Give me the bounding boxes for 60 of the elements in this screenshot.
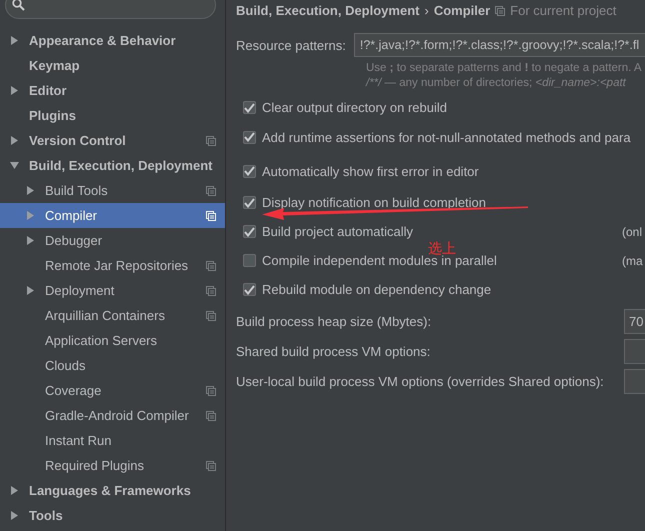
search-icon [12,0,25,11]
checkmark-icon [244,132,255,142]
tree-item[interactable]: Arquillian Containers [0,303,225,328]
collapsed-arrow-icon[interactable] [26,286,35,295]
checkmark-icon [244,102,255,112]
tree-item[interactable]: Debugger [0,228,225,253]
collapsed-arrow-icon[interactable] [10,36,19,45]
checkmark-icon [244,284,255,294]
option-checkbox[interactable]: Rebuild module on dependency change [243,282,492,297]
tree-item[interactable]: Instant Run [0,428,225,453]
checkmark-icon [244,226,255,236]
tree-item[interactable]: Build Tools [0,178,225,203]
option-checkbox[interactable]: Add runtime assertions for not-null-annotated methods and para [243,130,631,144]
hint-text: /**/ — any number of directories; <dir_name>:<patt [366,76,628,91]
collapsed-arrow-icon[interactable] [10,511,19,520]
vm-field[interactable] [624,338,645,364]
hint-text: Use ; to separate patterns and ! to negate a pattern. A [366,61,643,76]
resource-patterns-field[interactable]: !?*.java;!?*.form;!?*.class;!?*.groovy;!?*.scala;!?*.fl [354,33,645,57]
tree-item[interactable]: Clouds [0,353,225,378]
tree-item[interactable]: Deployment [0,278,225,303]
tree-item[interactable]: Languages & Frameworks [0,478,225,503]
option-checkbox[interactable]: Clear output directory on rebuild [243,100,447,115]
tree-item[interactable]: Remote Jar Repositories [0,253,225,278]
breadcrumb-separator: › [424,3,429,18]
option-checkbox[interactable]: Build project automatically [243,224,414,239]
tree-item[interactable]: Version Control [0,128,225,153]
tree-item[interactable]: Keymap [0,53,225,78]
option-checkbox[interactable]: Display notification on build completion [243,195,486,210]
tree-item[interactable]: Gradle-Android Compiler [0,403,225,428]
tree-item[interactable]: Build, Execution, Deployment [0,153,225,178]
scope-label: For current project [510,3,616,18]
tree-item[interactable]: Plugins [0,103,225,128]
breadcrumb-parent: Build, Execution, Deployment [236,3,420,18]
tree-item[interactable]: Coverage [0,378,225,403]
checkmark-icon [244,166,255,176]
tree-item[interactable]: Appearance & Behavior [0,28,225,53]
checkmark-icon [244,198,255,208]
collapsed-arrow-icon[interactable] [10,486,19,495]
field-label: Build process heap size (Mbytes): [236,314,432,328]
vm-field[interactable] [624,368,645,394]
collapsed-arrow-icon[interactable] [10,136,19,145]
field-label: User-local build process VM options (overrides Shared options): [236,374,605,388]
collapsed-arrow-icon[interactable] [26,236,35,245]
resource-patterns-label: Resource patterns: [236,38,346,52]
collapsed-arrow-icon[interactable] [26,186,35,195]
tree-item[interactable]: Required Plugins [0,453,225,478]
vm-field[interactable]: 70 [624,308,645,334]
option-note: (ma [622,254,644,268]
collapsed-arrow-icon[interactable] [10,86,19,95]
tree-item[interactable]: Compiler [0,203,225,228]
annotation-text: 选上 [428,240,456,257]
breadcrumb-current: Compiler [434,3,490,18]
tree-item[interactable]: Application Servers [0,328,225,353]
expanded-arrow-icon[interactable] [10,161,19,170]
tree-item[interactable]: Tools [0,503,225,528]
option-note: (onl [622,224,644,238]
option-checkbox[interactable]: Automatically show first error in editor [243,164,479,178]
stacked-pages-icon [495,6,506,16]
field-label: Shared build process VM options: [236,344,432,358]
tree-item[interactable]: Editor [0,78,225,103]
